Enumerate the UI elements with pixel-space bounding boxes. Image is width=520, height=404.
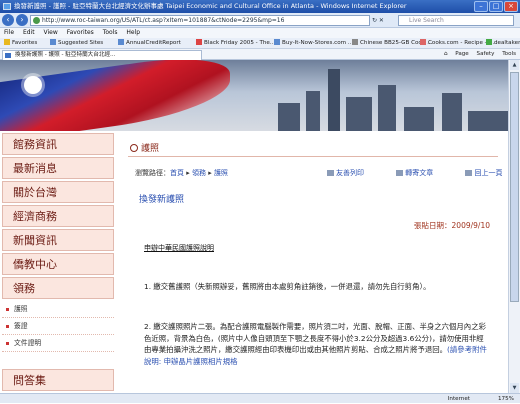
sidebar: 館務資訊 最新消息 關於台灣 經濟商務 新聞資訊 僑教中心 領務 護照 簽證 文…	[0, 131, 122, 393]
sidebar-item-news[interactable]: 最新消息	[2, 157, 114, 179]
close-button[interactable]: ×	[504, 1, 518, 12]
fav-link-7[interactable]: dealtaker	[486, 38, 520, 48]
sidebar-sub-visa[interactable]: 簽證	[2, 318, 114, 335]
sidebar-item-consular[interactable]: 領務	[2, 277, 114, 299]
menu-view[interactable]: View	[44, 29, 58, 36]
minimize-button[interactable]: –	[474, 1, 488, 12]
url-text: http://www.roc-taiwan.org/US/ATL/ct.asp?…	[42, 17, 285, 24]
flag-sun	[24, 76, 42, 94]
home-icon[interactable]: ⌂	[444, 51, 448, 57]
tab-label: 換發新護照 - 護照 - 駐亞特蘭大台北經...	[15, 52, 116, 58]
menu-help[interactable]: Help	[126, 29, 140, 36]
maximize-button[interactable]: □	[489, 1, 503, 12]
menu-bar: File Edit View Favorites Tools Help	[0, 28, 520, 38]
address-bar: ‹ › http://www.roc-taiwan.org/US/ATL/ct.…	[0, 13, 520, 28]
favorites-bar: Favorites Suggested Sites AnnualCreditRe…	[0, 38, 520, 49]
ie-icon	[3, 3, 11, 10]
page-icon	[50, 39, 56, 45]
sidebar-item-about-taiwan[interactable]: 關於台灣	[2, 181, 114, 203]
url-field[interactable]: http://www.roc-taiwan.org/US/ATL/ct.asp?…	[30, 15, 370, 26]
fav-link-3[interactable]: Black Friday 2005 - The...	[196, 38, 275, 48]
page-icon	[420, 39, 426, 45]
page-icon	[486, 39, 492, 45]
sidebar-item-overseas-center[interactable]: 僑教中心	[2, 253, 114, 275]
vertical-scrollbar[interactable]: ▲ ▼	[508, 60, 520, 393]
tab-icon	[5, 53, 11, 58]
sidebar-item-office-info[interactable]: 館務資訊	[2, 133, 114, 155]
command-bar: ⌂ Page Safety Tools	[438, 49, 516, 60]
window-title-bar: 換發新護照 - 護照 - 駐亞特蘭大台北經濟文化辦事處 Taipei Econo…	[0, 0, 520, 13]
favorites-button[interactable]: Favorites	[4, 38, 37, 48]
flag-image	[0, 60, 230, 131]
sidebar-sub-documents[interactable]: 文件證明	[2, 335, 114, 352]
paragraph-1: 1. 繳交舊護照（失新照辦妥，舊照將由本處剪角註銷後，一併退還，請勿先自行剪角）…	[144, 282, 431, 291]
safety-menu[interactable]: Safety	[477, 51, 495, 57]
article-headline: 換發新護照	[139, 195, 185, 205]
page-icon	[196, 39, 202, 45]
menu-tools[interactable]: Tools	[103, 29, 118, 36]
menu-favorites[interactable]: Favorites	[67, 29, 94, 36]
back-button[interactable]: ‹	[2, 14, 14, 26]
page-icon	[118, 39, 124, 45]
scroll-up-icon[interactable]: ▲	[510, 60, 519, 70]
site-banner	[0, 60, 508, 131]
sidebar-sub-passport[interactable]: 護照	[2, 301, 114, 318]
site-icon	[33, 17, 40, 24]
fav-link-1[interactable]: Suggested Sites	[50, 38, 103, 48]
paragraph-2: 2. 繳交護照照片二張。為配合護照電腦製作需要，照片須二吋，光面、脫帽、正面、半…	[144, 322, 487, 366]
scroll-down-icon[interactable]: ▼	[510, 383, 519, 393]
forward-button[interactable]: ›	[16, 14, 28, 26]
search-input[interactable]: Live Search	[398, 15, 514, 26]
tools-menu[interactable]: Tools	[502, 51, 516, 57]
printer-icon	[327, 170, 334, 176]
fav-link-2[interactable]: AnnualCreditReport	[118, 38, 181, 48]
title-divider	[128, 156, 498, 157]
city-skyline	[258, 69, 508, 131]
tab-bar: 換發新護照 - 護照 - 駐亞特蘭大台北經... ⌂ Page Safety T…	[0, 49, 520, 60]
mail-icon	[396, 170, 404, 176]
star-icon	[4, 39, 10, 45]
page-menu[interactable]: Page	[455, 51, 469, 57]
forward-link[interactable]: 轉寄文章	[396, 169, 448, 177]
main-content: 護照 瀏覽路徑：首頁 ▸ 領務 ▸ 護照 友善列印 轉寄文章 回上一頁 換發新護…	[122, 131, 508, 393]
fav-link-4[interactable]: Buy-It-Now-Stores.com ...	[274, 38, 353, 48]
menu-edit[interactable]: Edit	[23, 29, 35, 36]
post-date: 張貼日期：2009/9/10	[414, 221, 490, 230]
article-actions: 友善列印 轉寄文章 回上一頁	[327, 168, 508, 178]
page-viewport: 館務資訊 最新消息 關於台灣 經濟商務 新聞資訊 僑教中心 領務 護照 簽證 文…	[0, 60, 508, 393]
breadcrumb-home[interactable]: 首頁	[170, 169, 184, 177]
window-title: 換發新護照 - 護照 - 駐亞特蘭大台北經濟文化辦事處 Taipei Econo…	[14, 2, 407, 10]
breadcrumb-consular[interactable]: 領務	[192, 169, 206, 177]
print-link[interactable]: 友善列印	[327, 169, 379, 177]
article-subtitle: 申辦中華民國護照說明	[144, 244, 214, 252]
search-placeholder: Live Search	[409, 17, 444, 24]
sidebar-item-press[interactable]: 新聞資訊	[2, 229, 114, 251]
back-link[interactable]: 回上一頁	[465, 169, 508, 177]
status-bar: Internet 175%	[0, 393, 520, 403]
back-arrow-icon	[465, 170, 473, 176]
page-icon	[274, 39, 280, 45]
sidebar-item-faq[interactable]: 問答集	[2, 369, 114, 391]
page-title: 護照	[130, 141, 159, 154]
menu-file[interactable]: File	[4, 29, 14, 36]
breadcrumb-passport[interactable]: 護照	[214, 169, 228, 177]
sidebar-item-economy[interactable]: 經濟商務	[2, 205, 114, 227]
window-controls: – □ ×	[474, 1, 518, 12]
bullet-icon	[130, 144, 138, 152]
breadcrumb: 瀏覽路徑：首頁 ▸ 領務 ▸ 護照	[135, 169, 228, 177]
scroll-thumb[interactable]	[510, 72, 519, 302]
page-icon	[352, 39, 358, 45]
browser-tab[interactable]: 換發新護照 - 護照 - 駐亞特蘭大台北經...	[2, 50, 202, 60]
